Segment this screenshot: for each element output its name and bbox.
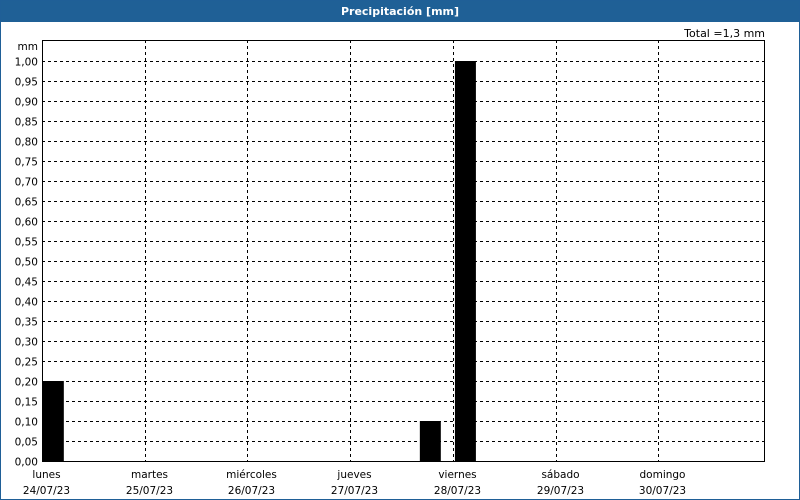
x-tick-day: lunes [32,469,60,481]
y-tick-label: 0,70 [15,177,38,189]
y-tick-label: 0,15 [15,397,38,409]
y-tick-label: 0,25 [15,357,38,369]
y-tick-label: 0,00 [15,457,38,469]
x-tick-date: 28/07/23 [434,485,481,497]
x-tick-date: 26/07/23 [228,485,275,497]
x-tick-date: 29/07/23 [537,485,584,497]
x-tick-day: miércoles [226,469,277,481]
precipitation-bar [454,61,476,461]
y-tick-label: 0,05 [15,437,38,449]
x-tick-day: jueves [336,469,371,481]
x-tick-day: viernes [438,469,476,481]
y-tick-label: 0,20 [15,377,38,389]
x-tick-date: 25/07/23 [126,485,173,497]
precipitation-bar [419,421,441,461]
y-tick-label: 0,40 [15,297,38,309]
precipitation-chart: 0,00 0,05 0,10 0,15 0,20 0,25 0,30 0,35 0,40 0,45… [15,40,765,497]
y-tick-label: 0,85 [15,117,38,129]
x-tick-date: 27/07/23 [331,485,378,497]
y-tick-label: 0,75 [15,157,38,169]
y-tick-label: 0,10 [15,417,38,429]
x-tick-date: 24/07/23 [23,485,70,497]
y-tick-label: 0,80 [15,137,38,149]
y-tick-label: 0,35 [15,317,38,329]
y-tick-label: 0,90 [15,97,38,109]
y-axis-unit: mm [18,41,38,53]
y-tick-label: 1,00 [15,57,38,69]
x-tick-date: 30/07/23 [639,485,686,497]
plot-area-border [42,40,765,462]
x-tick-day: sábado [541,469,579,481]
y-tick-label: 0,55 [15,237,38,249]
x-tick-day: martes [131,469,168,481]
y-tick-label: 0,30 [15,337,38,349]
y-tick-label: 0,95 [15,77,38,89]
x-tick-day: domingo [640,469,686,481]
y-tick-label: 0,65 [15,197,38,209]
precipitation-bar [42,381,64,461]
y-tick-label: 0,45 [15,277,38,289]
y-tick-label: 0,50 [15,257,38,269]
y-tick-label: 0,60 [15,217,38,229]
